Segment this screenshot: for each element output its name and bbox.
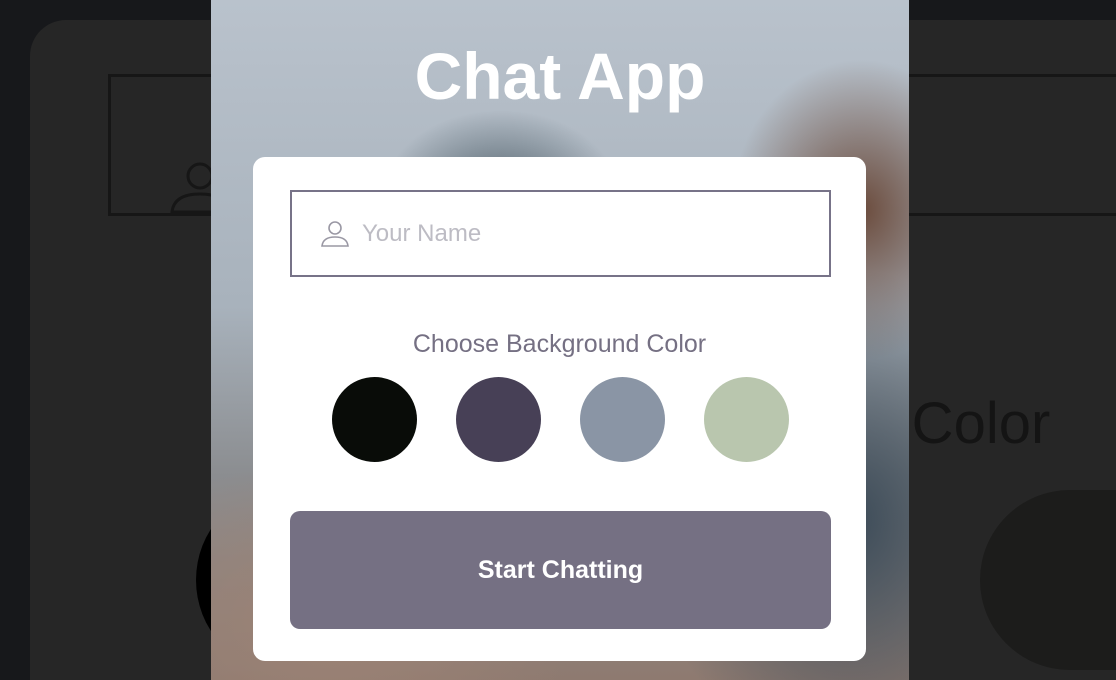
user-icon [321, 220, 349, 247]
name-input[interactable] [362, 219, 802, 248]
color-swatch-purple[interactable] [456, 377, 541, 462]
name-field[interactable] [290, 190, 831, 277]
start-chatting-button[interactable]: Start Chatting [290, 511, 831, 629]
color-swatch-green[interactable] [704, 377, 789, 462]
app-title: Chat App [414, 39, 706, 113]
login-card: Choose Background Color Start Chatting [253, 157, 866, 661]
color-swatch-black[interactable] [332, 377, 417, 462]
color-label: Choose Background Color [412, 330, 707, 358]
color-swatch-gray-blue[interactable] [580, 377, 665, 462]
